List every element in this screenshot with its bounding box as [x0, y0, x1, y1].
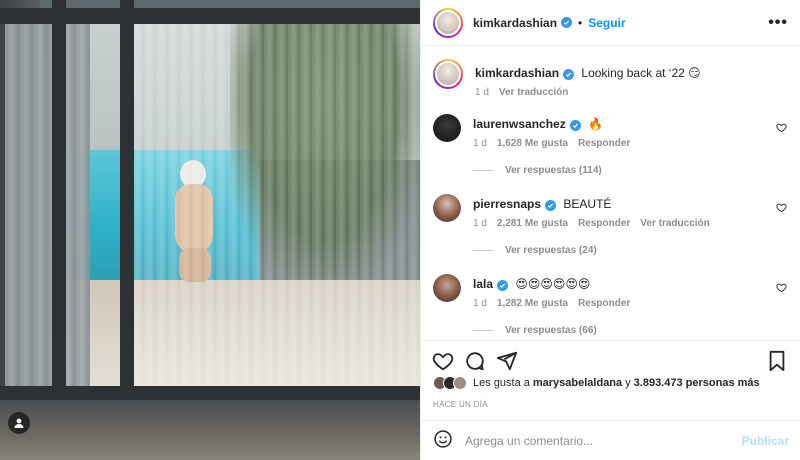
replies-dash — [473, 170, 493, 171]
caption: kimkardashian Looking back at ‘22 😏 1 d … — [433, 59, 787, 98]
reply-button[interactable]: Responder — [578, 138, 630, 149]
comment-likes[interactable]: 2,281 Me gusta — [497, 218, 568, 229]
view-replies-label[interactable]: Ver respuestas (24) — [505, 245, 597, 256]
caption-avatar[interactable] — [433, 59, 463, 89]
window-sill — [0, 400, 420, 460]
comments-list[interactable]: kimkardashian Looking back at ‘22 😏 1 d … — [421, 47, 800, 337]
image-sheer-curtain — [120, 20, 420, 390]
bookmark-icon[interactable] — [765, 349, 789, 373]
comment-row: pierresnaps BEAUTÉ 1 d 2,281 Me gusta Re… — [433, 194, 787, 229]
post-header: kimkardashian • Seguir ••• — [421, 0, 800, 46]
emoji-icon[interactable] — [433, 429, 453, 452]
view-replies-button[interactable]: Ver respuestas (114) — [473, 165, 787, 176]
likes-summary[interactable]: Les gusta a marysabelaldana y 3.893.473 … — [433, 376, 760, 390]
likes-user[interactable]: marysabelaldana — [533, 377, 622, 389]
comment-username[interactable]: pierresnaps — [473, 197, 541, 211]
likes-prefix: Les gusta a — [473, 377, 530, 389]
verified-icon — [497, 280, 509, 291]
liker-avatar — [453, 376, 467, 390]
replies-dash — [473, 330, 493, 331]
post-panel: kimkardashian • Seguir ••• kimkardashian… — [420, 0, 800, 460]
comment-translate-button[interactable]: Ver traducción — [640, 218, 709, 229]
caption-text: Looking back at ‘22 😏 — [581, 66, 701, 80]
comment-username[interactable]: laurenwsanchez — [473, 117, 566, 131]
likes-count[interactable]: 3.893.473 personas más — [634, 377, 760, 389]
comment-row: laurenwsanchez 🔥 1 d 1,628 Me gusta Resp… — [433, 114, 787, 149]
liker-avatars[interactable] — [433, 376, 467, 390]
likes-middle: y — [625, 377, 631, 389]
reply-button[interactable]: Responder — [578, 298, 630, 309]
caption-translate-button[interactable]: Ver traducción — [499, 87, 568, 98]
view-replies-label[interactable]: Ver respuestas (114) — [505, 165, 602, 176]
tagged-user-icon[interactable] — [8, 412, 30, 434]
comment-likes[interactable]: 1,282 Me gusta — [497, 298, 568, 309]
comment-like-heart-icon[interactable] — [776, 122, 787, 136]
author-username[interactable]: kimkardashian — [473, 16, 557, 30]
replies-dash — [473, 250, 493, 251]
comment-avatar[interactable] — [433, 274, 461, 302]
comment-like-heart-icon[interactable] — [776, 202, 787, 216]
comment-input[interactable]: Agrega un comentario... — [465, 434, 742, 448]
image-curtain — [5, 20, 90, 400]
follow-button[interactable]: Seguir — [588, 16, 625, 30]
header-dot: • — [578, 15, 583, 30]
view-replies-button[interactable]: Ver respuestas (24) — [473, 245, 787, 256]
caption-username[interactable]: kimkardashian — [475, 66, 559, 80]
comment-time[interactable]: 1 d — [473, 218, 487, 229]
verified-icon — [561, 17, 573, 28]
publish-button[interactable]: Publicar — [742, 434, 789, 448]
view-replies-button[interactable]: Ver respuestas (66) — [473, 325, 787, 336]
window-frame-top — [0, 8, 420, 24]
more-options-icon[interactable]: ••• — [768, 14, 788, 31]
like-heart-icon[interactable] — [431, 349, 455, 373]
comment-username[interactable]: lala — [473, 277, 493, 291]
comment-like-heart-icon[interactable] — [776, 282, 787, 296]
comment-composer: Agrega un comentario... Publicar — [421, 420, 800, 460]
comment-time[interactable]: 1 d — [473, 298, 487, 309]
verified-icon — [563, 69, 575, 80]
comment-text: 😍😍😍😍😍😍 — [515, 277, 591, 291]
comment-text: BEAUTÉ — [563, 197, 612, 211]
view-replies-label[interactable]: Ver respuestas (66) — [505, 325, 597, 336]
verified-icon — [545, 200, 557, 211]
post-image[interactable] — [0, 0, 420, 460]
comment-row: lala 😍😍😍😍😍😍 1 d 1,282 Me gusta Responder — [433, 274, 787, 309]
action-bar — [421, 340, 800, 374]
post-time[interactable]: HACE UN DÍA — [433, 400, 488, 409]
verified-icon — [569, 120, 581, 131]
comment-bubble-icon[interactable] — [463, 349, 487, 373]
comment-avatar[interactable] — [433, 114, 461, 142]
share-paper-plane-icon[interactable] — [495, 349, 519, 373]
comment-text: 🔥 — [588, 117, 603, 131]
comment-time[interactable]: 1 d — [473, 138, 487, 149]
caption-time[interactable]: 1 d — [475, 87, 489, 98]
comment-likes[interactable]: 1,628 Me gusta — [497, 138, 568, 149]
author-avatar[interactable] — [433, 7, 463, 38]
reply-button[interactable]: Responder — [578, 218, 630, 229]
comment-avatar[interactable] — [433, 194, 461, 222]
